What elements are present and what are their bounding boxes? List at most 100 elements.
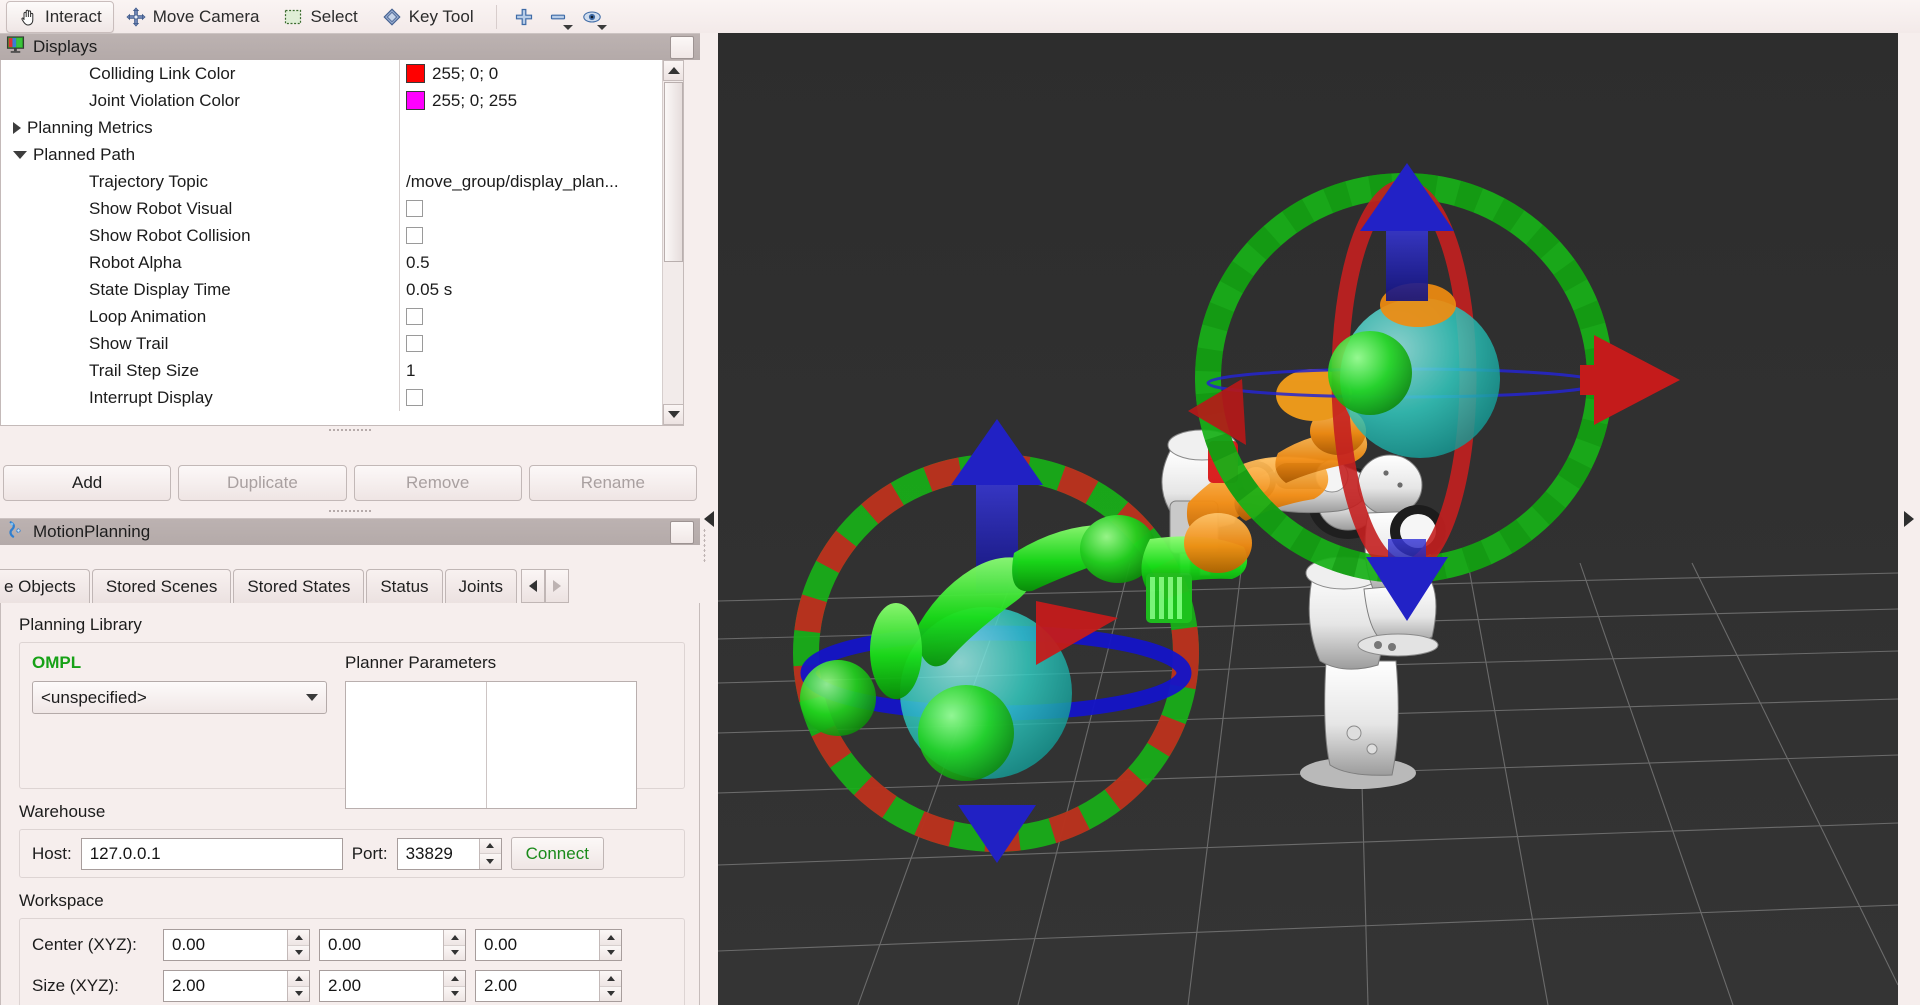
center-x-stepper[interactable]: 0.00 <box>163 929 310 961</box>
center-z-stepper[interactable]: 0.00 <box>475 929 622 961</box>
displays-tree[interactable]: Colliding Link Color 255; 0; 0 Joint Viola… <box>0 60 684 426</box>
scrollbar-thumb[interactable] <box>664 82 683 262</box>
size-y-spin-down[interactable] <box>444 986 465 1001</box>
size-y-stepper[interactable]: 2.00 <box>319 970 466 1002</box>
scroll-down-button[interactable] <box>663 404 683 425</box>
property-checkbox[interactable] <box>406 308 423 325</box>
center-y-spin-down[interactable] <box>444 945 465 960</box>
display-property-row[interactable]: Interrupt Display <box>1 384 661 411</box>
center-z-spin-up[interactable] <box>600 930 621 946</box>
duplicate-button[interactable]: Duplicate <box>178 465 347 501</box>
port-spin-down[interactable] <box>479 854 501 869</box>
tab-status[interactable]: Status <box>366 569 443 604</box>
tab-scroll-right-button[interactable] <box>544 569 569 603</box>
tool-move-camera[interactable]: Move Camera <box>114 1 272 33</box>
display-property-row[interactable]: Trail Step Size 1 <box>1 357 661 384</box>
center-y-spin-buttons[interactable] <box>443 930 465 960</box>
remove-button[interactable]: Remove <box>353 465 522 501</box>
display-property-value[interactable] <box>399 114 661 141</box>
left-dock-collapse-handle[interactable] <box>700 33 718 1005</box>
color-swatch[interactable] <box>406 64 425 83</box>
chevron-down-icon[interactable] <box>596 24 607 30</box>
remove-tool-icon[interactable] <box>541 2 575 32</box>
motion-planning-float-button[interactable] <box>670 520 694 544</box>
display-property-row[interactable]: State Display Time 0.05 s <box>1 276 661 303</box>
center-x-spin-down[interactable] <box>288 945 309 960</box>
size-x-spin-buttons[interactable] <box>287 971 309 1001</box>
tab-joints[interactable]: Joints <box>444 569 517 604</box>
display-property-row[interactable]: Joint Violation Color 255; 0; 255 <box>1 87 661 114</box>
add-tool-icon[interactable] <box>507 2 541 32</box>
scroll-up-button[interactable] <box>663 60 683 81</box>
chevron-down-icon[interactable] <box>562 24 573 30</box>
size-z-spin-buttons[interactable] <box>599 971 621 1001</box>
center-x-spin-buttons[interactable] <box>287 930 309 960</box>
center-y-stepper[interactable]: 0.00 <box>319 929 466 961</box>
display-property-row[interactable]: Show Robot Visual <box>1 195 661 222</box>
rviz-3d-view[interactable] <box>718 33 1898 1005</box>
planner-select[interactable]: <unspecified> <box>32 681 327 714</box>
display-property-value[interactable]: 255; 0; 255 <box>399 87 661 114</box>
display-property-value[interactable]: 255; 0; 0 <box>399 60 661 87</box>
display-property-value[interactable] <box>399 330 661 357</box>
display-property-value[interactable]: 0.05 s <box>399 276 661 303</box>
property-checkbox[interactable] <box>406 227 423 244</box>
tool-select[interactable]: Select <box>271 1 369 33</box>
property-checkbox[interactable] <box>406 200 423 217</box>
center-x-spin-up[interactable] <box>288 930 309 946</box>
property-checkbox[interactable] <box>406 335 423 352</box>
port-spin-buttons[interactable] <box>478 838 501 869</box>
focus-camera-icon[interactable] <box>575 2 609 32</box>
display-property-value[interactable]: 0.5 <box>399 249 661 276</box>
motion-planning-splitter[interactable] <box>0 507 700 516</box>
display-property-row[interactable]: Robot Alpha 0.5 <box>1 249 661 276</box>
tool-interact[interactable]: Interact <box>6 0 114 33</box>
center-z-spin-down[interactable] <box>600 945 621 960</box>
size-y-spin-up[interactable] <box>444 971 465 987</box>
rename-button[interactable]: Rename <box>528 465 697 501</box>
tab-stored-states[interactable]: Stored States <box>233 569 365 604</box>
displays-float-button[interactable] <box>670 35 694 59</box>
display-property-value[interactable] <box>399 384 661 411</box>
port-stepper[interactable]: 33829 <box>396 837 502 870</box>
size-z-stepper[interactable]: 2.00 <box>475 970 622 1002</box>
size-y-spin-buttons[interactable] <box>443 971 465 1001</box>
start-sphere-left[interactable] <box>918 685 1014 781</box>
connect-button[interactable]: Connect <box>510 837 604 870</box>
tool-key-tool[interactable]: Key Tool <box>370 1 486 33</box>
size-x-spin-up[interactable] <box>288 971 309 987</box>
display-property-row[interactable]: Planned Path <box>1 141 661 168</box>
display-property-value[interactable]: /move_group/display_plan... <box>399 168 661 195</box>
display-property-row[interactable]: Show Trail <box>1 330 661 357</box>
display-property-value[interactable] <box>399 303 661 330</box>
display-property-row[interactable]: Loop Animation <box>1 303 661 330</box>
display-property-row[interactable]: Show Robot Collision <box>1 222 661 249</box>
size-x-stepper[interactable]: 2.00 <box>163 970 310 1002</box>
displays-splitter[interactable] <box>0 426 700 435</box>
add-button[interactable]: Add <box>3 465 172 501</box>
displays-scrollbar[interactable] <box>662 60 683 425</box>
display-property-row[interactable]: Planning Metrics <box>1 114 661 141</box>
tab-scene-objects[interactable]: e Objects <box>0 569 90 604</box>
tab-stored-scenes[interactable]: Stored Scenes <box>91 569 232 604</box>
marker-handle-green-right[interactable] <box>1328 331 1412 415</box>
tab-scroll-left-button[interactable] <box>520 569 545 603</box>
chevron-right-icon[interactable] <box>13 121 21 134</box>
host-input[interactable]: 127.0.0.1 <box>80 837 343 870</box>
display-property-value[interactable] <box>399 195 661 222</box>
planner-parameters-table[interactable] <box>345 681 637 809</box>
marker-handle-green-left[interactable] <box>800 660 876 736</box>
chevron-down-icon[interactable] <box>13 150 27 159</box>
display-property-row[interactable]: Colliding Link Color 255; 0; 0 <box>1 60 661 87</box>
display-property-row[interactable]: Trajectory Topic/move_group/display_plan… <box>1 168 661 195</box>
view-collapse-handle[interactable] <box>1898 33 1920 1005</box>
property-checkbox[interactable] <box>406 389 423 406</box>
display-property-value[interactable] <box>399 141 661 168</box>
size-z-spin-down[interactable] <box>600 986 621 1001</box>
center-z-spin-buttons[interactable] <box>599 930 621 960</box>
size-z-spin-up[interactable] <box>600 971 621 987</box>
port-spin-up[interactable] <box>479 838 501 854</box>
size-x-spin-down[interactable] <box>288 986 309 1001</box>
color-swatch[interactable] <box>406 91 425 110</box>
display-property-value[interactable] <box>399 222 661 249</box>
